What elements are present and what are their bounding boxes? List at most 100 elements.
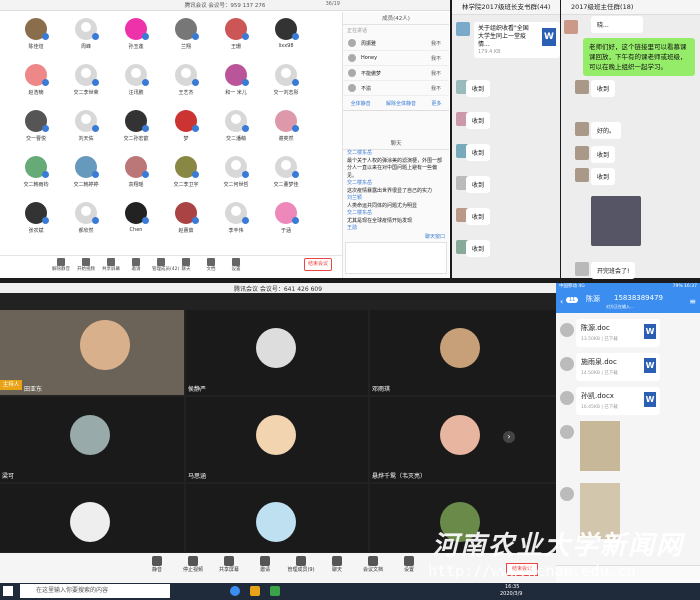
next-page-button[interactable]: › — [503, 431, 515, 443]
participant-name: 刘天佑 — [78, 136, 94, 142]
participant-tile: 刘天佑 — [64, 110, 108, 150]
video-tile[interactable]: 梁可 — [0, 397, 184, 482]
word-file-icon: W — [644, 392, 656, 407]
toolbar-button[interactable]: 聊天 — [177, 258, 195, 272]
clock-time: 16:35 — [505, 584, 520, 590]
member-actions: 全体静音 解除全体静音 更多 — [343, 96, 449, 111]
toolbar-button[interactable]: 管理成员(9) — [286, 556, 316, 573]
toolbar-icon — [188, 556, 198, 566]
wechat-group-b: 2017级班主任群(18) 晓... 老师们好，这个链接里可以看慕课课回放，下午… — [561, 0, 700, 279]
mic-muted-icon — [42, 171, 49, 178]
wechat-icon[interactable] — [270, 586, 280, 596]
video-tile[interactable]: 侯静严 — [186, 310, 368, 395]
member-action-button[interactable]: 更多 — [431, 100, 441, 107]
avatar — [575, 262, 589, 276]
toolbar-button[interactable]: 会议文档 — [358, 556, 388, 573]
member-action-button[interactable]: 解除全体静音 — [386, 100, 416, 107]
participant-name: 马思涵 — [188, 473, 207, 480]
host-tag: 主持人 — [0, 380, 22, 390]
video-tile[interactable]: 马思涵 — [186, 397, 368, 482]
mic-muted-icon — [192, 217, 199, 224]
mic-muted-icon — [92, 217, 99, 224]
member-count: 36/19 — [325, 1, 340, 7]
toolbar-button[interactable]: 解除静音 — [52, 258, 70, 272]
participant-name: 谢奕然 — [278, 136, 294, 142]
participant-tile: lixx98 — [264, 18, 308, 58]
toolbar-button[interactable]: 共享屏幕 — [214, 556, 244, 573]
participant-tile: 交二孙宏歆 — [114, 110, 158, 150]
avatar — [560, 425, 574, 439]
toolbar-button[interactable]: 开始视频 — [77, 258, 95, 272]
toolbar-icon — [57, 258, 65, 266]
chat-input[interactable] — [345, 242, 447, 274]
image-message[interactable] — [580, 421, 620, 471]
start-icon[interactable] — [3, 586, 13, 596]
participant-name: 梁可 — [2, 473, 15, 480]
word-file-icon: W — [644, 358, 656, 373]
toolbar-icon — [152, 556, 162, 566]
participant-tile: Chen — [114, 202, 158, 242]
member-name: 周振雅 — [361, 41, 377, 47]
participant-name: 赵蕙茹 — [178, 228, 194, 234]
file-message[interactable]: 陈源.doc 13.50KB | 已下载 W — [576, 319, 660, 347]
folder-icon[interactable] — [250, 586, 260, 596]
chat-message: 尤其是现在全球疫情开始发现 — [347, 217, 413, 224]
participant-name: 交二李卫宇 — [173, 182, 199, 188]
file-name: 孙凯.docx — [581, 392, 614, 400]
member-status: 我不 — [430, 41, 441, 47]
member-row[interactable]: 不能傲梦 我不 — [343, 66, 449, 81]
taskbar-search[interactable]: 在这里输入你要搜索的内容 — [20, 584, 170, 598]
file-name: 陈源.doc — [581, 324, 610, 332]
file-message[interactable]: 施雨泉.doc 14.50KB | 已下载 W — [576, 353, 660, 381]
toolbar-button[interactable]: 共享屏幕 — [102, 258, 120, 272]
participant-name: 田亚东 — [24, 386, 43, 393]
participant-name: 张农斌 — [28, 228, 44, 234]
video-tile[interactable] — [186, 484, 368, 552]
video-thumbnail[interactable] — [591, 196, 641, 246]
video-tile[interactable]: 悬烨千鸳（韦灭亮） — [370, 397, 556, 482]
video-tile[interactable]: 田亚东 — [0, 310, 184, 395]
file-name: 施雨泉.doc — [581, 358, 617, 366]
toolbar-button[interactable]: 停止视频 — [178, 556, 208, 573]
participant-image — [440, 415, 480, 455]
participant-name: 交二孙宏歆 — [123, 136, 149, 142]
video-tile[interactable]: 邓雨琪 — [370, 310, 556, 395]
toolbar-label: 解除静音 — [52, 267, 70, 272]
app-icon[interactable] — [230, 586, 240, 596]
end-meeting-button[interactable]: 结束会议 — [304, 258, 332, 271]
toolbar-button[interactable]: 静音 — [142, 556, 172, 573]
toolbar-button[interactable]: 设置 — [394, 556, 424, 573]
member-action-button[interactable]: 全体静音 — [351, 100, 371, 107]
member-row[interactable]: 不渝 我不 — [343, 81, 449, 96]
toolbar-button[interactable]: 设置 — [227, 258, 245, 272]
avatar — [575, 122, 589, 136]
word-file-icon: W — [644, 324, 656, 339]
file-message[interactable]: 孙凯.docx 16.45KB | 已下载 W — [576, 387, 660, 415]
chat-sender: 刘兰颖 — [347, 195, 363, 201]
participant-name: 袁翔瑶 — [128, 182, 144, 188]
member-row[interactable]: 周振雅 我不 — [343, 36, 449, 51]
mic-muted-icon — [242, 171, 249, 178]
mic-muted-icon — [192, 79, 199, 86]
back-icon[interactable]: ‹ — [560, 297, 563, 306]
toolbar-button[interactable]: 管理成员(42) — [152, 258, 179, 272]
file-message[interactable]: 关于组织收看"全国大学生同上一堂疫情... 179.4 KB W — [474, 22, 560, 58]
toolbar-label: 聊天 — [331, 567, 342, 573]
mic-muted-icon — [42, 125, 49, 132]
file-size: 16.45KB | 已下载 — [581, 405, 618, 410]
participant-tile: 王珊 — [214, 18, 258, 58]
more-icon[interactable]: ≡ — [689, 297, 696, 306]
toolbar-button[interactable]: 邀请 — [250, 556, 280, 573]
toolbar-label: 设置 — [403, 567, 414, 573]
toolbar-button[interactable]: 文档 — [202, 258, 220, 272]
member-row[interactable]: Honey 我不 — [343, 51, 449, 66]
toolbar-button[interactable]: 邀请 — [127, 258, 145, 272]
video-tile[interactable] — [0, 484, 184, 552]
toolbar-button[interactable]: 聊天 — [322, 556, 352, 573]
chat-window-link[interactable]: 聊天窗口 — [425, 233, 445, 240]
participant-tile: 张农斌 — [14, 202, 58, 242]
mic-muted-icon — [42, 33, 49, 40]
toolbar-icon — [132, 258, 140, 266]
participant-name: 陈佳煊 — [28, 44, 44, 50]
avatar — [575, 80, 589, 94]
